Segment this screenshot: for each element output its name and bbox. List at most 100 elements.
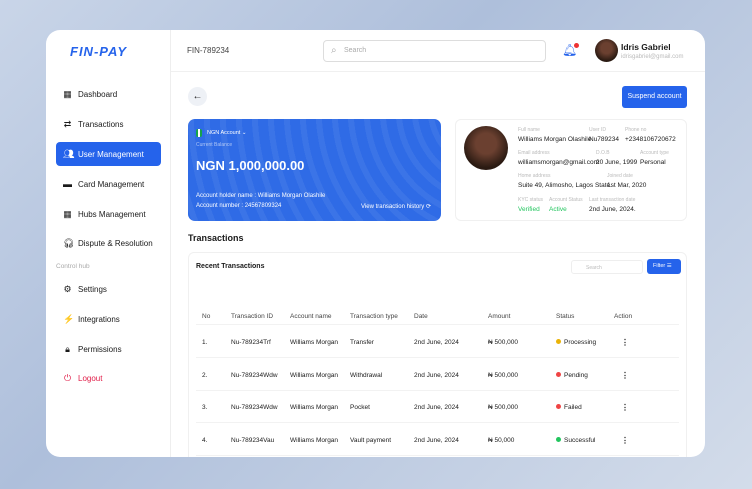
dob: 20 June, 1999	[596, 159, 638, 166]
view-history-link[interactable]: View transaction history ⟳	[361, 203, 431, 210]
cell-no: 4.	[202, 436, 208, 444]
table-search-input[interactable]: Search	[571, 260, 643, 274]
user-name: Idris Gabriel	[621, 42, 671, 52]
section-label: Control hub	[56, 263, 90, 270]
last-transaction-date: 2nd June, 2024.	[589, 206, 636, 213]
column-header: Action	[614, 313, 633, 320]
filter-icon: ☰	[666, 263, 672, 269]
more-icon[interactable]: ⋮	[621, 338, 629, 347]
filter-label: Filter	[653, 263, 666, 269]
search-input[interactable]: Search	[323, 40, 546, 62]
sidebar-item-label: Hubs Management	[78, 209, 146, 219]
sidebar-item-label: User Management	[78, 149, 144, 159]
status-text: Pending	[564, 371, 588, 379]
balance-card: NGN Account ⌄ Current Balance NGN 1,000,…	[188, 119, 441, 221]
joined-date: 1st Mar, 2020	[607, 182, 647, 189]
flag-icon	[196, 129, 202, 137]
label: Account type	[640, 150, 669, 156]
more-icon[interactable]: ⋮	[621, 371, 629, 380]
card-icon: ▬	[63, 178, 72, 189]
status-text: Failed	[564, 404, 582, 411]
transactions-heading: Transactions	[188, 233, 244, 243]
cell-no: 1.	[202, 339, 208, 346]
status-badge: Failed	[556, 404, 582, 411]
full-name: Williams Morgan Olashile	[518, 136, 592, 143]
top-bar: FIN-789234 Search 🔔︎ Idris Gabriel idris…	[171, 30, 705, 72]
balance-label: Current Balance	[196, 142, 233, 148]
divider	[196, 324, 679, 325]
status-dot	[556, 339, 561, 344]
status-dot	[556, 436, 561, 442]
avatar[interactable]	[595, 39, 618, 62]
lock-icon: 🔒︎	[65, 343, 70, 354]
column-header: Amount	[488, 313, 511, 320]
more-icon[interactable]: ⋮	[621, 403, 629, 412]
filter-button[interactable]: Filter ☰	[647, 259, 681, 274]
account-type: Personal	[640, 159, 666, 166]
label: Full name	[518, 127, 540, 133]
plug-icon: ⚡	[63, 313, 75, 324]
label: User ID	[589, 127, 606, 133]
holder-name: Account holder name : Williams Morgan Ol…	[196, 193, 326, 199]
logout-icon: ⏻	[63, 372, 72, 383]
column-header: Account name	[290, 313, 332, 320]
account-status: Active	[549, 206, 567, 213]
cell-amount: ₦ 500,000	[488, 404, 518, 411]
status-badge: Pending	[556, 371, 588, 379]
gear-icon: ⚙	[63, 283, 72, 294]
divider	[196, 357, 679, 358]
cell-name: Williams Morgan	[290, 404, 339, 411]
sidebar-item-label: Transactions	[78, 119, 124, 129]
sidebar-item[interactable]: ▬ Card Management	[56, 172, 161, 196]
cell-no: 3.	[202, 404, 208, 411]
column-header: Status	[556, 313, 575, 320]
sidebar-item-label: Dispute & Resolution	[78, 238, 153, 248]
cell-type: Vault payment	[350, 436, 392, 444]
sidebar-item[interactable]: ⚙ Settings	[56, 277, 161, 301]
divider	[196, 389, 679, 391]
label: D.O.B	[596, 150, 610, 156]
balance: NGN 1,000,000.00	[196, 158, 305, 173]
sidebar: FIN-PAY ▦ Dashboard ⇄ Transactions 👥︎ User Ma…	[46, 30, 171, 457]
cell-name: Williams Morgan	[290, 339, 339, 346]
cell-amount: ₦ 500,000	[488, 371, 518, 379]
cell-amount: ₦ 500,000	[488, 339, 518, 346]
cell-type: Withdrawal	[350, 371, 383, 379]
sidebar-item[interactable]: 🔒︎ Permissions	[56, 337, 161, 361]
refresh-icon: ⟳	[425, 204, 431, 210]
cell-date: 2nd June, 2024	[414, 371, 459, 379]
profile-photo	[464, 126, 508, 170]
logout-label: Logout	[78, 373, 103, 383]
logout-button[interactable]: ⏻ Logout	[56, 366, 161, 390]
history-label: View transaction history	[361, 204, 425, 210]
sidebar-item[interactable]: ⇄ Transactions	[56, 112, 161, 136]
sidebar-item[interactable]: 🎧︎ Dispute & Resolution	[56, 231, 161, 255]
sidebar-item[interactable]: 👥︎ User Management	[56, 142, 161, 166]
users-icon: 👥︎	[63, 148, 75, 159]
email: williamsmorgan@gmail.com	[518, 159, 600, 166]
label: KYC status	[518, 197, 544, 203]
column-header: Transaction ID	[231, 313, 274, 320]
grid-icon: ▦	[63, 208, 72, 219]
user-email: idrisgabriel@gmail.com	[621, 54, 684, 60]
cell-id: Nu-789234Trf	[231, 339, 271, 346]
status-badge: Successful	[556, 436, 595, 444]
label: Phone no	[625, 127, 647, 133]
bell-icon[interactable]: 🔔︎	[562, 43, 580, 57]
status-badge: Processing	[556, 339, 596, 346]
cell-id: Nu-789234Wdw	[231, 404, 278, 411]
sidebar-item[interactable]: ▦ Hubs Management	[56, 202, 161, 226]
grid-icon: ▦	[63, 88, 72, 99]
suspend-account-button[interactable]: Suspend account	[622, 86, 687, 108]
kyc-status: Verified	[518, 206, 540, 213]
cell-name: Williams Morgan	[290, 371, 339, 379]
column-header: Transaction type	[350, 313, 398, 320]
sidebar-item[interactable]: ▦ Dashboard	[56, 82, 161, 106]
swap-icon: ⇄	[63, 118, 72, 129]
back-button[interactable]: ←	[188, 87, 207, 106]
sidebar-item[interactable]: ⚡ Integrations	[56, 307, 161, 331]
cell-date: 2nd June, 2024	[414, 404, 459, 411]
more-icon[interactable]: ⋮	[621, 436, 629, 445]
account-type-dropdown[interactable]: NGN Account ⌄	[207, 130, 246, 136]
headset-icon: 🎧︎	[63, 237, 75, 248]
